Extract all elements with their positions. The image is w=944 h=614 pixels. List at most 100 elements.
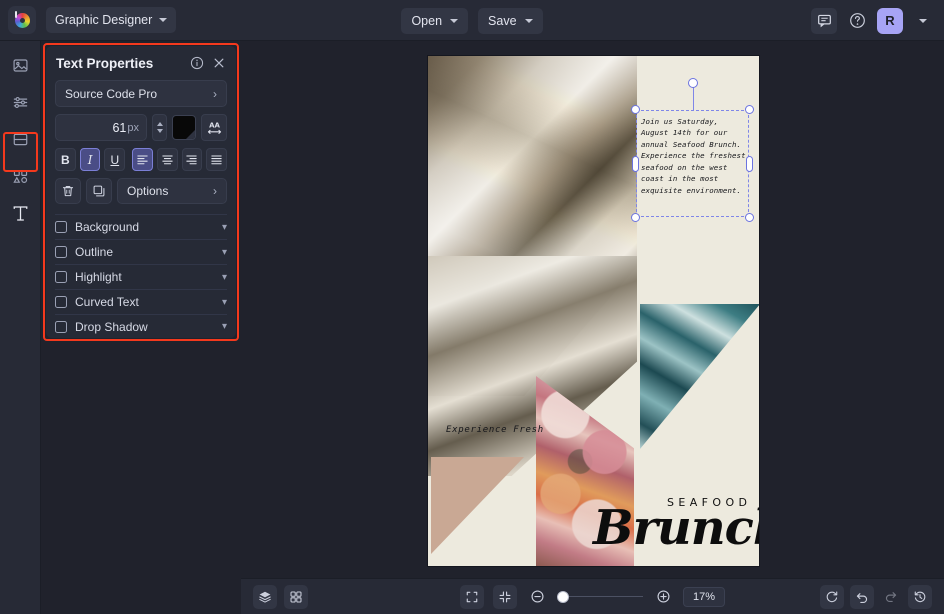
bold-button[interactable]: B (55, 148, 76, 171)
align-justify-button[interactable] (206, 148, 228, 171)
font-size-input[interactable]: 61 px (55, 114, 147, 141)
options-label: Options (127, 184, 169, 198)
duplicate-icon (93, 185, 105, 197)
panel-title: Text Properties (56, 55, 154, 71)
font-size-row: 61 px AA (55, 114, 227, 141)
section-curved-text[interactable]: Curved Text ▾ (55, 289, 227, 314)
zoom-slider[interactable] (557, 590, 643, 604)
italic-button[interactable]: I (79, 148, 101, 171)
align-right-button[interactable] (181, 148, 203, 171)
help-button[interactable] (844, 8, 870, 34)
document-name-label: Graphic Designer (55, 13, 153, 27)
zoom-in-button[interactable] (652, 586, 674, 608)
chevron-down-icon: ▾ (221, 321, 227, 332)
action-buttons-row: Options › (55, 178, 227, 204)
user-avatar[interactable]: R (877, 7, 903, 34)
align-justify-icon (211, 155, 222, 165)
align-left-icon (137, 155, 148, 165)
fullscreen-button[interactable] (460, 584, 484, 609)
chevron-down-icon: ▾ (221, 296, 227, 308)
zoom-slider-track (557, 595, 643, 598)
section-outline[interactable]: Outline ▾ (55, 239, 227, 264)
reset-icon (826, 590, 838, 602)
sidebar-item-elements[interactable] (6, 162, 34, 190)
zoom-out-button[interactable] (526, 586, 548, 608)
delete-button[interactable] (55, 178, 81, 204)
comment-button[interactable] (811, 7, 837, 34)
sidebar-item-adjust[interactable] (6, 88, 34, 116)
tan-triangle-shape[interactable] (431, 457, 524, 554)
letter-spacing-button[interactable]: AA (201, 114, 227, 141)
ocean-photo-triangle[interactable] (640, 304, 759, 449)
tagline-text[interactable]: Experience Fresh (446, 425, 544, 435)
redo-button[interactable] (880, 585, 902, 607)
section-drop-shadow[interactable]: Drop Shadow ▾ (55, 314, 227, 338)
font-family-selector[interactable]: Source Code Pro › (55, 80, 227, 107)
align-center-icon (162, 155, 173, 165)
fit-screen-button[interactable] (493, 584, 517, 609)
close-icon (214, 58, 224, 68)
account-menu-button[interactable] (910, 8, 936, 34)
layers-button[interactable] (253, 584, 277, 609)
shapes-icon (12, 169, 27, 183)
resize-handle-top-right[interactable] (745, 105, 754, 114)
curved-text-checkbox[interactable] (55, 296, 67, 308)
stepper-up-icon[interactable] (156, 122, 163, 126)
rotate-handle[interactable] (687, 78, 698, 88)
history-icon (914, 590, 926, 602)
resize-handle-top-left[interactable] (631, 105, 640, 114)
section-label: Background (75, 220, 140, 234)
resize-handle-bottom-left[interactable] (631, 213, 640, 222)
highlight-checkbox[interactable] (55, 271, 67, 283)
resize-handle-middle-right[interactable] (746, 155, 753, 172)
grid-button[interactable] (284, 584, 308, 609)
font-size-value: 61 (112, 120, 127, 135)
app-logo[interactable] (8, 6, 36, 34)
sidebar-item-text[interactable] (6, 199, 34, 227)
open-button[interactable]: Open (401, 7, 469, 34)
zoom-out-icon (530, 590, 544, 603)
history-button[interactable] (908, 584, 932, 609)
drop-shadow-checkbox[interactable] (55, 320, 67, 333)
sidebar-item-layout[interactable] (6, 125, 34, 153)
panel-info-button[interactable] (190, 56, 204, 70)
duplicate-button[interactable] (86, 178, 112, 204)
align-center-button[interactable] (156, 148, 178, 171)
zoom-slider-knob[interactable] (557, 590, 569, 603)
artboard[interactable]: Experience Fresh SEAFOOD Brunch Join us … (428, 56, 759, 566)
align-left-button[interactable] (132, 148, 153, 171)
resize-handle-bottom-right[interactable] (745, 213, 754, 222)
font-family-value: Source Code Pro (65, 86, 158, 101)
chevron-down-icon: ▾ (221, 246, 227, 258)
section-highlight[interactable]: Highlight ▾ (55, 264, 227, 289)
underline-button[interactable]: U (104, 148, 126, 171)
align-right-icon (186, 155, 198, 165)
document-name-dropdown[interactable]: Graphic Designer (46, 7, 177, 33)
save-button[interactable]: Save (478, 7, 543, 34)
zoom-level-badge[interactable]: 17% (683, 586, 725, 607)
stepper-down-icon[interactable] (156, 129, 163, 133)
background-checkbox[interactable] (55, 221, 67, 233)
selected-text-object[interactable]: Join us Saturday, August 14th for our an… (631, 78, 754, 222)
canvas-area[interactable]: Experience Fresh SEAFOOD Brunch Join us … (241, 41, 944, 578)
section-background[interactable]: Background ▾ (55, 214, 227, 239)
comment-icon (817, 14, 831, 28)
sidebar-item-images[interactable] (6, 51, 34, 79)
bottom-toolbar: 17% (241, 578, 944, 614)
reset-button[interactable] (820, 584, 844, 609)
outline-checkbox[interactable] (55, 246, 67, 258)
collapsible-sections: Background ▾ Outline ▾ Highlight ▾ Curve… (55, 214, 227, 338)
top-right-actions: R (811, 0, 936, 41)
undo-button[interactable] (850, 584, 874, 609)
font-size-stepper[interactable] (152, 114, 167, 141)
panel-close-button[interactable] (212, 56, 226, 70)
resize-handle-middle-left[interactable] (632, 155, 639, 172)
grid-icon (290, 590, 302, 603)
options-button[interactable]: Options › (117, 178, 227, 204)
fit-screen-icon (499, 591, 511, 602)
section-label: Curved Text (75, 295, 139, 309)
logo-brunch-text: Brunch (593, 500, 759, 556)
text-color-swatch[interactable] (172, 115, 196, 140)
panel-body: Source Code Pro › 61 px AA B I U Options… (46, 80, 236, 338)
section-label: Outline (75, 245, 114, 259)
